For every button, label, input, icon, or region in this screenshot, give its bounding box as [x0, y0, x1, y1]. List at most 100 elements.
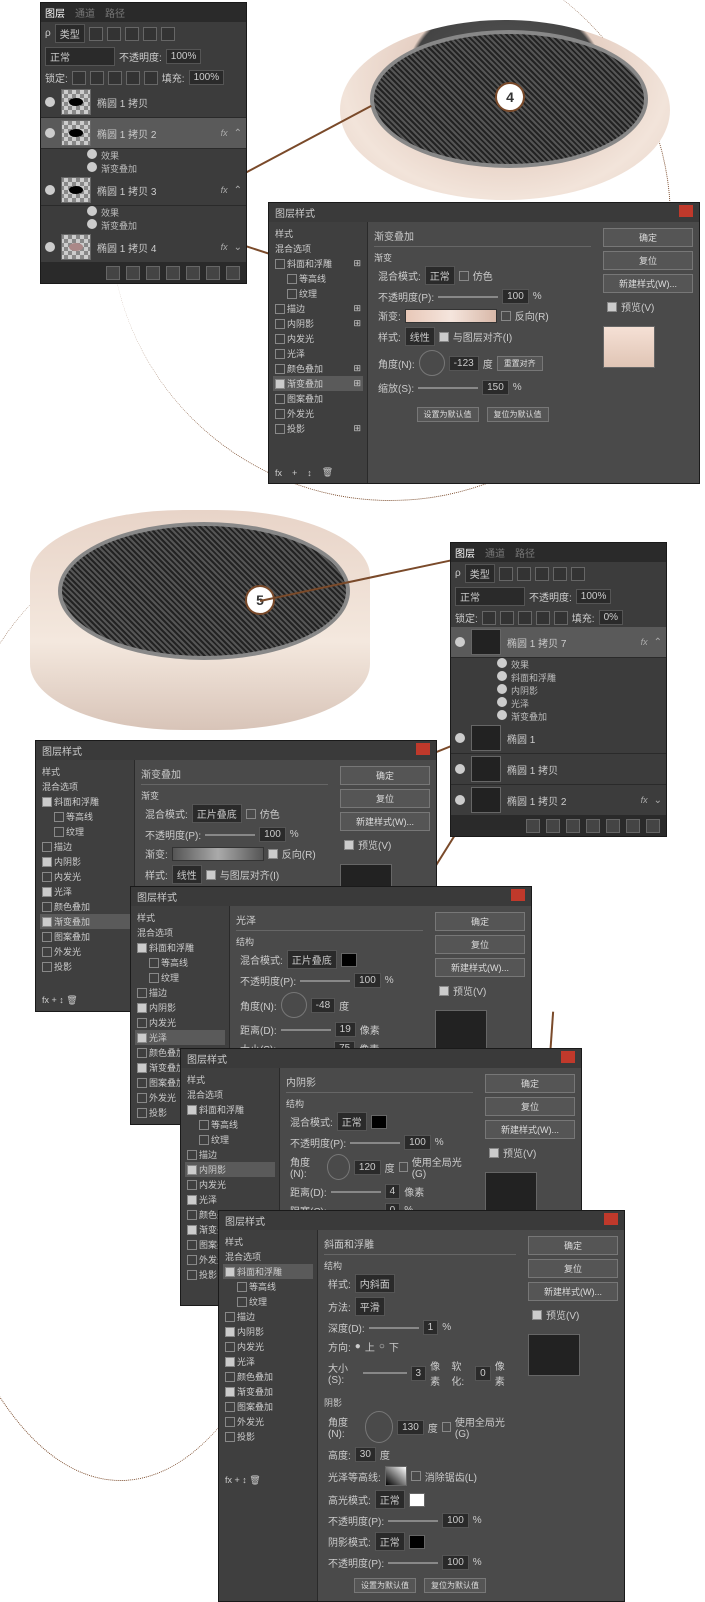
filter-kind[interactable]: 类型 [465, 564, 495, 583]
layer-row[interactable]: 椭圆 1 拷贝 [41, 87, 246, 118]
gradient-swatch[interactable] [405, 309, 497, 323]
fx-grad[interactable]: 渐变叠加 [451, 710, 666, 723]
visibility-icon[interactable] [45, 97, 55, 107]
reverse-check[interactable] [501, 311, 511, 321]
close-icon[interactable] [511, 889, 525, 901]
fx-grad[interactable]: 渐变叠加 [41, 162, 246, 175]
close-icon[interactable] [561, 1051, 575, 1063]
item-texture[interactable]: 纹理 [273, 286, 363, 301]
item-styles[interactable]: 样式 [273, 226, 363, 241]
layer-row-active[interactable]: 椭圆 1 拷贝 7fx⌃ [451, 627, 666, 658]
color-swatch[interactable] [341, 953, 357, 967]
lock-icon[interactable] [144, 71, 158, 85]
reset-default-btn[interactable]: 复位为默认值 [487, 407, 549, 422]
dither-check[interactable] [459, 271, 469, 281]
tab-paths[interactable]: 路径 [105, 5, 125, 20]
item-ishadow[interactable]: 内阴影⊞ [273, 316, 363, 331]
tab-channels[interactable]: 通道 [485, 545, 505, 560]
angle-input[interactable]: -123 [449, 356, 479, 371]
filter-icon[interactable] [125, 27, 139, 41]
filter-icon[interactable] [161, 27, 175, 41]
item-oglow[interactable]: 外发光 [273, 406, 363, 421]
fill-value[interactable]: 100% [189, 70, 225, 85]
lock-icon[interactable] [90, 71, 104, 85]
blend-mode[interactable]: 正常 [455, 587, 525, 606]
tab-layers[interactable]: 图层 [45, 5, 65, 20]
close-icon[interactable] [416, 743, 430, 755]
make-default-btn[interactable]: 设置为默认值 [417, 407, 479, 422]
panel-tabs[interactable]: 图层 通道 路径 [451, 543, 666, 562]
item-color[interactable]: 颜色叠加⊞ [273, 361, 363, 376]
item-pattern[interactable]: 图案叠加 [273, 391, 363, 406]
layer-row[interactable]: 椭圆 1 [451, 723, 666, 754]
grad-style[interactable]: 线性 [405, 327, 435, 346]
item-bevel[interactable]: 斜面和浮雕⊞ [273, 256, 363, 271]
group-icon[interactable] [186, 266, 200, 280]
tab-paths[interactable]: 路径 [515, 545, 535, 560]
mask-icon[interactable] [146, 266, 160, 280]
lock-icon[interactable] [72, 71, 86, 85]
visibility-icon[interactable] [45, 242, 55, 252]
visibility-icon[interactable] [87, 149, 97, 159]
ok-button[interactable]: 确定 [603, 228, 693, 247]
tab-layers[interactable]: 图层 [455, 545, 475, 560]
item-blend[interactable]: 混合选项 [273, 241, 363, 256]
new-style-button[interactable]: 新建样式(W)... [603, 274, 693, 293]
fx-satin[interactable]: 光泽 [451, 697, 666, 710]
opacity-value[interactable]: 100% [576, 589, 612, 604]
visibility-icon[interactable] [87, 219, 97, 229]
link-icon[interactable] [106, 266, 120, 280]
align-check[interactable] [439, 332, 449, 342]
filter-kind[interactable]: 类型 [55, 24, 85, 43]
item-iglow[interactable]: 内发光 [273, 331, 363, 346]
item-satin[interactable]: 光泽 [273, 346, 363, 361]
color-swatch[interactable] [371, 1115, 387, 1129]
visibility-icon[interactable] [45, 128, 55, 138]
item-drop[interactable]: 投影⊞ [273, 421, 363, 436]
tab-channels[interactable]: 通道 [75, 5, 95, 20]
blend-select[interactable]: 正片叠底 [192, 804, 242, 823]
fx-badge[interactable]: fx [221, 185, 228, 195]
visibility-icon[interactable] [87, 162, 97, 172]
fx-effects[interactable]: 效果 [451, 658, 666, 671]
fx-ishadow[interactable]: 内阴影 [451, 684, 666, 697]
layer-row[interactable]: 椭圆 1 拷贝 4fx⌄ [41, 232, 246, 263]
layer-row-active[interactable]: 椭圆 1 拷贝 2fx⌃ [41, 118, 246, 149]
lock-icon[interactable] [126, 71, 140, 85]
filter-icon[interactable] [107, 27, 121, 41]
fx-icon[interactable] [126, 266, 140, 280]
scale-input[interactable]: 150 [482, 380, 509, 395]
item-grad-active[interactable]: 渐变叠加⊞ [273, 376, 363, 391]
layer-row[interactable]: 椭圆 1 拷贝 [451, 754, 666, 785]
opacity-input[interactable]: 100 [502, 289, 529, 304]
gradient-swatch[interactable] [172, 847, 264, 861]
fx-effects[interactable]: 效果 [41, 149, 246, 162]
close-icon[interactable] [604, 1213, 618, 1225]
adjustment-icon[interactable] [166, 266, 180, 280]
fx-bevel[interactable]: 斜面和浮雕 [451, 671, 666, 684]
trash-icon[interactable] [226, 266, 240, 280]
layer-row[interactable]: 椭圆 1 拷贝 3fx⌃ [41, 175, 246, 206]
filter-icon[interactable] [143, 27, 157, 41]
visibility-icon[interactable] [45, 185, 55, 195]
item-stroke[interactable]: 描边⊞ [273, 301, 363, 316]
close-icon[interactable] [679, 205, 693, 217]
opacity-value[interactable]: 100% [166, 49, 202, 64]
visibility-icon[interactable] [455, 637, 465, 647]
new-icon[interactable] [206, 266, 220, 280]
angle-dial[interactable] [419, 350, 445, 376]
fx-badge[interactable]: fx [221, 128, 228, 138]
fx-effects[interactable]: 效果 [41, 206, 246, 219]
visibility-icon[interactable] [87, 206, 97, 216]
cancel-button[interactable]: 复位 [603, 251, 693, 270]
fill-value[interactable]: 0% [599, 610, 623, 625]
lock-icon[interactable] [108, 71, 122, 85]
reset-align-btn[interactable]: 重置对齐 [497, 356, 543, 371]
filter-icon[interactable] [89, 27, 103, 41]
blend-mode[interactable]: 正常 [45, 47, 115, 66]
layer-row[interactable]: 椭圆 1 拷贝 2fx⌄ [451, 785, 666, 816]
preview-check[interactable] [607, 302, 617, 312]
item-contour[interactable]: 等高线 [273, 271, 363, 286]
panel-tabs[interactable]: 图层 通道 路径 [41, 3, 246, 22]
blend-select[interactable]: 正常 [425, 266, 455, 285]
